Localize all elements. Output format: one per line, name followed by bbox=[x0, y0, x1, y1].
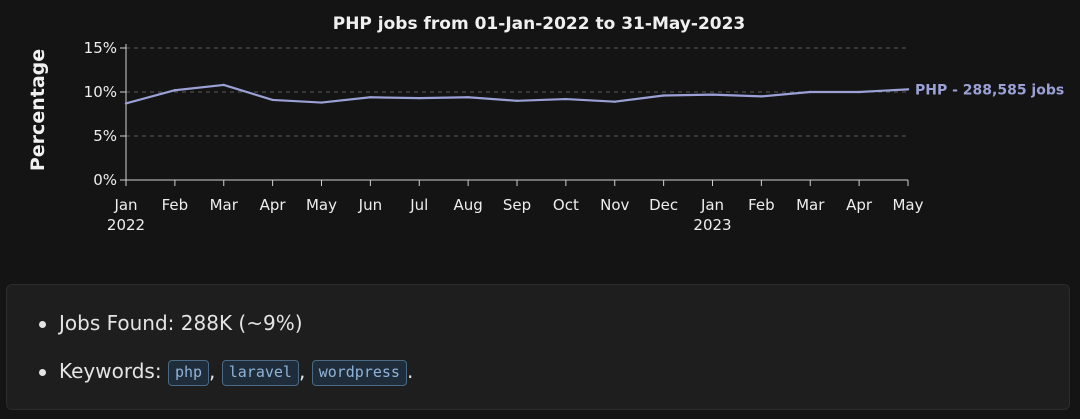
data-point bbox=[760, 95, 763, 98]
x-tick-label: Sep bbox=[503, 196, 531, 214]
keyword-badge-wordpress: wordpress bbox=[311, 359, 407, 386]
x-tick-label: Nov bbox=[600, 196, 629, 214]
data-point bbox=[662, 94, 665, 97]
series-end-label: PHP - 288,585 jobs bbox=[915, 82, 1064, 98]
keyword-badge-laravel: laravel bbox=[221, 359, 299, 386]
data-point bbox=[222, 83, 225, 87]
jobs-found-item: Jobs Found: 288K (~9%) bbox=[39, 311, 1069, 335]
x-tick-label: Mar bbox=[796, 196, 825, 214]
data-point bbox=[515, 99, 519, 103]
jobs-found-text: Jobs Found: 288K (~9%) bbox=[59, 311, 303, 335]
x-tick-label: Jan bbox=[700, 196, 724, 214]
keyword-separator: , bbox=[298, 359, 312, 383]
x-tick-label: Feb bbox=[162, 196, 189, 214]
keyword-separator: , bbox=[209, 359, 222, 383]
data-point bbox=[711, 93, 714, 96]
x-tick-label: Feb bbox=[748, 196, 775, 214]
x-tick-label: Aug bbox=[453, 196, 482, 214]
x-tick-label: Apr bbox=[846, 196, 873, 214]
data-point bbox=[173, 89, 177, 92]
data-point bbox=[466, 96, 470, 99]
x-tick-label: Jun bbox=[358, 196, 382, 214]
y-tick-label: 5% bbox=[93, 127, 117, 145]
data-point bbox=[809, 90, 812, 94]
x-tick-label: Apr bbox=[260, 196, 287, 214]
y-tick-label: 15% bbox=[84, 39, 117, 57]
x-tick-label: May bbox=[306, 196, 337, 214]
line-chart-svg: PHP jobs from 01-Jan-2022 to 31-May-2023… bbox=[27, 14, 1064, 234]
x-tick-label: Jul bbox=[409, 196, 428, 214]
keyword-terminator: . bbox=[406, 359, 414, 383]
y-tick-label: 10% bbox=[84, 83, 117, 101]
data-point bbox=[613, 100, 616, 103]
chart: PHP jobs from 01-Jan-2022 to 31-May-2023… bbox=[0, 0, 1080, 270]
x-tick-year-label: 2022 bbox=[107, 216, 145, 234]
x-tick-label: Mar bbox=[210, 196, 239, 214]
series-layer: PHP - 288,585 jobs bbox=[124, 82, 1064, 105]
data-point bbox=[124, 102, 128, 105]
data-point bbox=[271, 98, 274, 102]
data-point bbox=[418, 96, 421, 100]
data-point bbox=[564, 97, 568, 101]
data-point bbox=[857, 90, 861, 94]
data-point bbox=[369, 96, 372, 99]
data-point bbox=[906, 88, 910, 91]
x-tick-label: Jan bbox=[113, 196, 137, 214]
keywords-item: Keywords: php, laravel, wordpress. bbox=[39, 359, 1069, 386]
x-tick-label: Oct bbox=[553, 196, 579, 214]
chart-title: PHP jobs from 01-Jan-2022 to 31-May-2023 bbox=[333, 14, 746, 34]
keywords-list: php, laravel, wordpress. bbox=[167, 359, 414, 386]
x-tick-label: Dec bbox=[649, 196, 678, 214]
info-panel: Jobs Found: 288K (~9%) Keywords: php, la… bbox=[6, 284, 1070, 410]
x-tick-label: May bbox=[892, 196, 923, 214]
data-point bbox=[320, 101, 323, 104]
y-tick-label: 0% bbox=[93, 171, 117, 189]
x-tick-year-label: 2023 bbox=[693, 216, 731, 234]
y-axis-label: Percentage bbox=[27, 49, 49, 171]
keywords-label: Keywords: bbox=[59, 359, 162, 383]
keyword-badge-php: php bbox=[167, 359, 210, 386]
info-list: Jobs Found: 288K (~9%) Keywords: php, la… bbox=[7, 311, 1069, 386]
